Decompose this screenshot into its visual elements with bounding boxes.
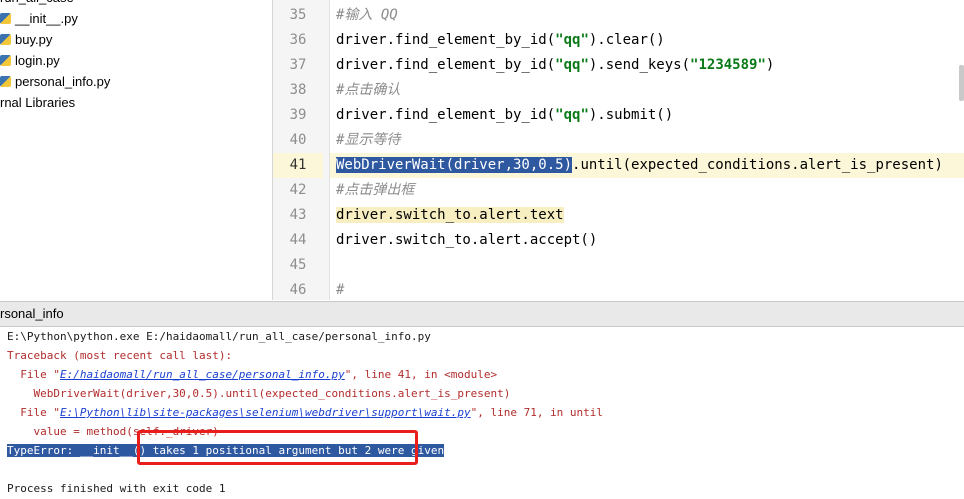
run-console[interactable]: E:\Python\python.exe E:/haidaomall/run_a… bbox=[0, 327, 964, 499]
console-text: File " bbox=[7, 406, 60, 419]
file-link[interactable]: E:/haidaomall/run_all_case/personal_info… bbox=[60, 368, 345, 381]
line-number-gutter: 35 36 37 38 39 40 41 42 43 44 45 46 bbox=[273, 0, 330, 300]
line-number: 36 bbox=[289, 32, 307, 48]
line-number: 39 bbox=[289, 107, 307, 123]
tree-item-label: personal_info.py bbox=[15, 74, 111, 89]
tree-item-label: login.py bbox=[15, 53, 60, 68]
code-line[interactable]: # bbox=[336, 278, 344, 300]
tree-item-label: buy.py bbox=[15, 32, 53, 47]
line-number: 44 bbox=[289, 232, 307, 248]
code-line[interactable]: #输入 QQ bbox=[336, 3, 398, 28]
tree-item-buy[interactable]: buy.py bbox=[0, 30, 52, 50]
tree-item-login[interactable]: login.py bbox=[0, 51, 60, 71]
console-text: ", line 41, in <module> bbox=[344, 368, 498, 381]
code-text: ).send_keys( bbox=[588, 57, 691, 73]
code-line[interactable]: driver.switch_to.alert.accept() bbox=[336, 228, 597, 253]
code-line[interactable]: driver.find_element_by_id("qq").clear() bbox=[336, 28, 665, 53]
line-number-current: 41 bbox=[273, 153, 323, 178]
code-line[interactable]: driver.switch_to.alert.text bbox=[336, 203, 564, 228]
code-text: driver.find_element_by_id( bbox=[336, 107, 556, 123]
tree-item-label: run_all_case bbox=[0, 0, 74, 5]
code-editor[interactable]: #输入 QQ driver.find_element_by_id("qq").c… bbox=[330, 0, 964, 300]
run-panel-title: rsonal_info bbox=[0, 306, 64, 321]
line-number: 45 bbox=[289, 257, 307, 273]
code-line[interactable]: driver.find_element_by_id("qq").send_key… bbox=[336, 53, 774, 78]
vertical-scrollbar-thumb[interactable] bbox=[959, 65, 964, 101]
code-text: driver.find_element_by_id( bbox=[336, 57, 556, 73]
code-text: driver.find_element_by_id( bbox=[336, 32, 556, 48]
code-line[interactable]: #点击确认 bbox=[336, 78, 400, 103]
console-exit: Process finished with exit code 1 bbox=[7, 482, 226, 495]
python-file-icon bbox=[0, 34, 11, 45]
line-number: 35 bbox=[289, 7, 307, 23]
tree-item-label: __init__.py bbox=[15, 11, 78, 26]
annotation-box bbox=[137, 430, 418, 465]
python-file-icon bbox=[0, 13, 11, 24]
line-number: 43 bbox=[289, 207, 307, 223]
project-tree: run_all_case __init__.py buy.py login.py… bbox=[0, 0, 273, 300]
string-literal: "1234589" bbox=[690, 57, 766, 73]
code-text: .until(expected_conditions.alert_is_pres… bbox=[572, 157, 943, 173]
console-code: WebDriverWait(driver,30,0.5).until(expec… bbox=[7, 387, 511, 400]
warning-highlight: driver.switch_to.alert.text bbox=[336, 207, 564, 223]
file-link[interactable]: E:\Python\lib\site-packages\selenium\web… bbox=[60, 406, 471, 419]
string-literal: "qq" bbox=[555, 57, 589, 73]
string-literal: "qq" bbox=[555, 32, 589, 48]
tree-item-init[interactable]: __init__.py bbox=[0, 9, 78, 29]
console-command: E:\Python\python.exe E:/haidaomall/run_a… bbox=[7, 330, 431, 343]
code-text: ).submit() bbox=[588, 107, 674, 123]
line-number: 40 bbox=[289, 132, 307, 148]
tree-item-label: rnal Libraries bbox=[0, 95, 76, 110]
tree-item-run-all-case[interactable]: run_all_case bbox=[0, 0, 74, 8]
tree-item-external-libraries[interactable]: rnal Libraries bbox=[0, 93, 75, 113]
console-file-line: File "E:\Python\lib\site-packages\seleni… bbox=[7, 403, 603, 422]
line-number: 42 bbox=[289, 182, 307, 198]
console-text: File " bbox=[7, 368, 60, 381]
selected-text: WebDriverWait(driver,30,0.5) bbox=[336, 157, 573, 173]
console-file-line: File "E:/haidaomall/run_all_case/persona… bbox=[7, 365, 497, 384]
console-traceback: Traceback (most recent call last): bbox=[7, 349, 233, 362]
tree-item-personal-info[interactable]: personal_info.py bbox=[0, 72, 110, 92]
string-literal: "qq" bbox=[555, 107, 589, 123]
code-line[interactable]: driver.find_element_by_id("qq").submit() bbox=[336, 103, 673, 128]
code-line[interactable]: #显示等待 bbox=[336, 128, 400, 153]
run-panel-tab[interactable]: rsonal_info bbox=[0, 301, 964, 327]
code-line-current[interactable]: WebDriverWait(driver,30,0.5).until(expec… bbox=[336, 153, 943, 178]
line-number: 37 bbox=[289, 57, 307, 73]
code-text: ).clear() bbox=[588, 32, 665, 48]
code-line[interactable]: #点击弹出框 bbox=[336, 178, 414, 203]
line-number: 46 bbox=[289, 282, 307, 298]
console-text: ", line 71, in until bbox=[470, 406, 604, 419]
python-file-icon bbox=[0, 55, 11, 66]
python-file-icon bbox=[0, 76, 11, 87]
line-number: 38 bbox=[289, 82, 307, 98]
code-text: ) bbox=[765, 57, 775, 73]
